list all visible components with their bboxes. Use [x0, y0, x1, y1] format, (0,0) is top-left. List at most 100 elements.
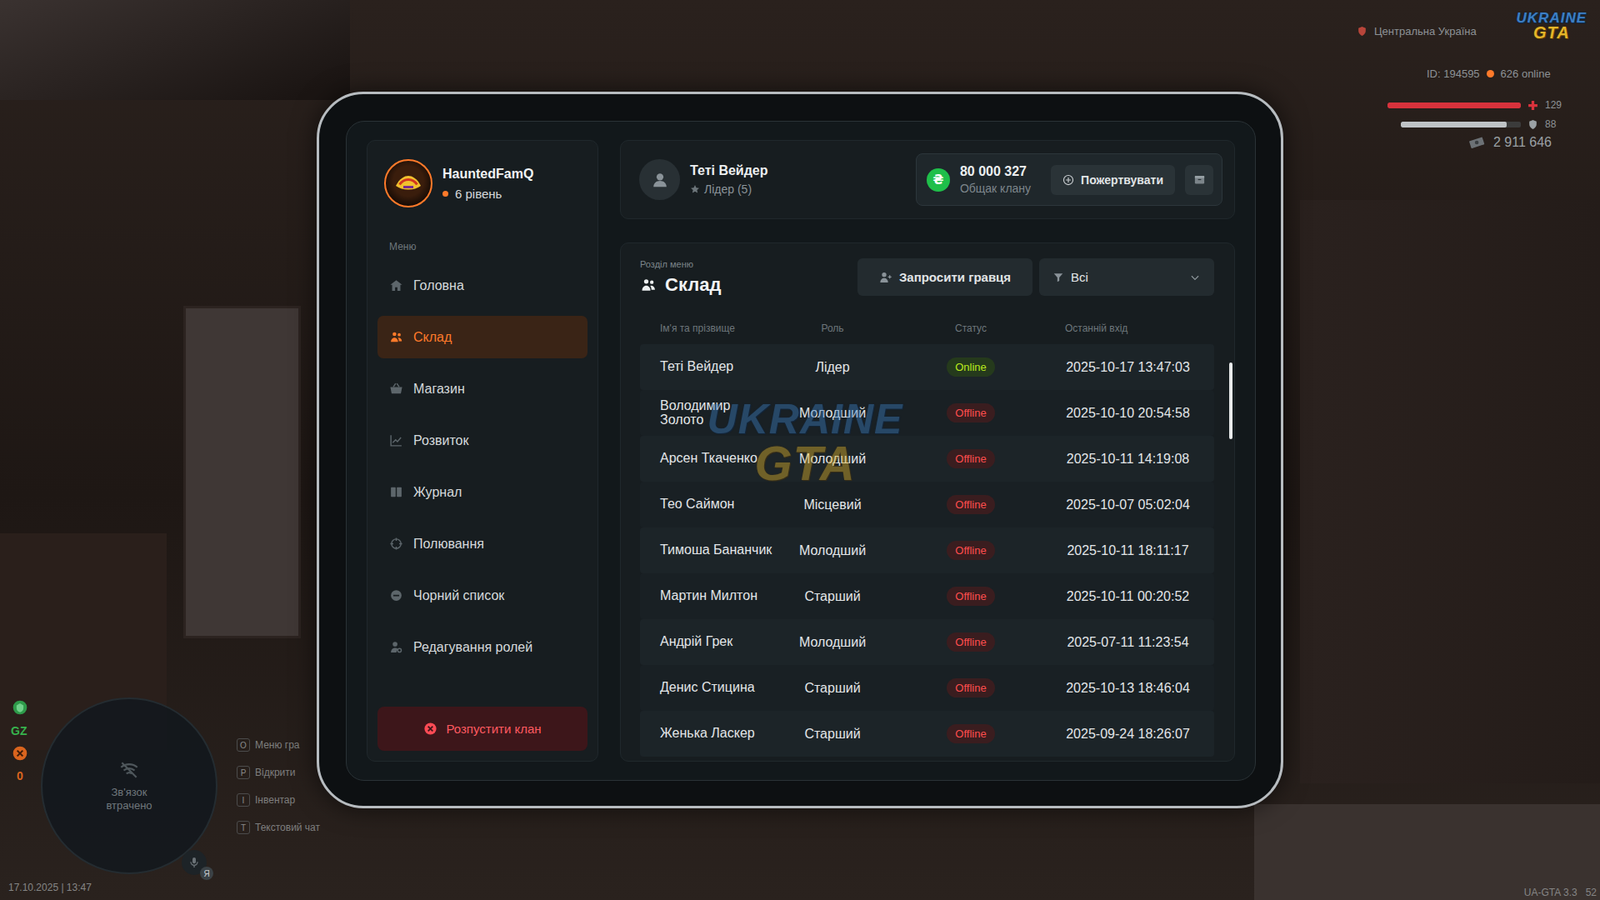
player-id: ID: 194595 — [1426, 67, 1480, 80]
last-login-cell: 2025-10-11 00:20:52 — [1058, 585, 1215, 608]
last-login: 2025-10-11 14:19:08 — [1066, 451, 1190, 466]
block-icon — [389, 588, 404, 603]
plus-circle-icon — [1062, 174, 1075, 186]
player-text: Теті ВейдерЛідер (5) — [690, 163, 769, 196]
region-text: Центральна Україна — [1374, 25, 1477, 38]
hryvnia-icon: ₴ — [926, 168, 950, 192]
table-row[interactable]: Женька ЛаскерСтаршийOffline2025-09-24 18… — [640, 710, 1215, 757]
sidebar-label: Полювання — [413, 536, 485, 552]
sidebar-item[interactable]: Магазин — [377, 367, 588, 410]
member-name: Мартин Милтон — [660, 588, 758, 603]
sidebar-label: Головна — [413, 278, 465, 294]
table-row[interactable]: Мартин МилтонСтаршийOffline2025-10-11 00… — [640, 573, 1215, 620]
key-cap: I — [236, 793, 250, 807]
status-cell: Offline — [883, 629, 1059, 655]
table-row[interactable]: Теті ВейдерЛідерOnline2025-10-17 13:47:0… — [640, 344, 1215, 390]
name-cell: Арсен Ткаченко — [640, 448, 782, 470]
status-text: Offline — [955, 635, 986, 649]
menu-heading: Меню — [389, 240, 588, 253]
sidebar-item[interactable]: Головна — [377, 264, 588, 307]
status-text: Offline — [955, 544, 986, 557]
sidebar-item[interactable]: Журнал — [377, 470, 588, 514]
member-role: Молодший — [799, 405, 866, 420]
datetime: 17.10.2025 | 13:47 — [8, 881, 92, 894]
key-label: Інвентар — [255, 794, 295, 806]
avatar — [639, 159, 680, 200]
wanted-icon — [11, 745, 29, 762]
balance-value: 80 000 327 — [960, 164, 1031, 180]
table-row[interactable]: Володимир ЗолотоМолодшийOffline2025-10-1… — [640, 390, 1215, 436]
name-cell: Денис Стицина — [640, 677, 782, 699]
sidebar-item[interactable]: Чорний список — [377, 574, 588, 617]
section-bar: Розділ менюСклад Запросити гравцяВсі — [640, 258, 1215, 296]
no-signal-icon — [118, 759, 140, 781]
scrollbar-thumb[interactable] — [1229, 362, 1233, 440]
player-card: Теті ВейдерЛідер (5) — [639, 159, 769, 200]
scene-block — [183, 305, 301, 639]
section-caption: Розділ меню — [640, 259, 721, 270]
key-hints: OМеню граPВідкритиIІнвентарTТекстовий ча… — [236, 737, 320, 835]
scene-block — [1300, 200, 1600, 784]
dissolve-label: Розпустити клан — [445, 721, 541, 736]
logo-line: UKRAINE — [1516, 11, 1587, 25]
status-badge: Offline — [946, 403, 995, 423]
sidebar-item[interactable]: Склад — [377, 315, 588, 359]
column-header: Статус — [883, 322, 1059, 335]
role-cell: Лідер — [781, 356, 884, 379]
people-icon — [640, 276, 657, 294]
section-heading: Розділ менюСклад — [640, 259, 721, 296]
member-name: Андрій Грек — [660, 634, 733, 649]
sidebar-item[interactable]: Розвиток — [377, 419, 588, 462]
name-cell: Женька Ласкер — [640, 723, 782, 745]
wallet-icon — [1193, 173, 1206, 186]
last-login-cell: 2025-09-24 18:26:07 — [1058, 723, 1215, 745]
member-name: Арсен Ткаченко — [660, 450, 758, 465]
last-login-cell: 2025-10-11 14:19:08 — [1058, 448, 1215, 470]
last-login-cell: 2025-10-17 13:47:03 — [1058, 356, 1215, 379]
member-name: Теті Вейдер — [660, 359, 734, 374]
member-role: Старший — [804, 680, 860, 695]
clan-balance: ₴ 80 000 327Общак клану Пожертвувати — [915, 153, 1223, 206]
sidebar-label: Розвиток — [413, 433, 470, 449]
role-cell: Старший — [781, 723, 884, 745]
balance-label: Общак клану — [960, 181, 1031, 195]
sidebar-item[interactable]: Редагування ролей — [377, 625, 588, 669]
column-header: Останній вхід — [1058, 322, 1215, 335]
last-login: 2025-10-17 13:47:03 — [1065, 360, 1190, 375]
armor-bar — [1400, 121, 1521, 128]
table-row[interactable]: Денис СтицинаСтаршийOffline2025-10-13 18… — [640, 665, 1215, 711]
table-row[interactable]: Арсен ТкаченкоМолодшийOffline2025-10-11 … — [640, 435, 1215, 482]
key-cap: O — [236, 738, 250, 752]
name-cell: Тео Саймон — [640, 494, 782, 515]
donate-button[interactable]: Пожертвувати — [1050, 165, 1175, 195]
last-login-cell: 2025-10-13 18:46:04 — [1058, 677, 1215, 700]
dissolve-button[interactable]: Розпустити клан — [377, 706, 588, 751]
invite-button[interactable]: Запросити гравця — [857, 258, 1033, 296]
status-cell: Offline — [883, 400, 1059, 426]
funnel-icon — [1052, 271, 1065, 284]
wallet-button[interactable] — [1185, 165, 1214, 195]
table-row[interactable]: Андрій ГрекМолодшийOffline2025-07-11 11:… — [640, 619, 1215, 665]
table-row[interactable]: Тимоша БананчикМолодшийOffline2025-10-11… — [640, 527, 1215, 574]
filter-dropdown[interactable]: Всі — [1039, 258, 1215, 296]
last-login: 2025-10-07 05:02:04 — [1065, 497, 1190, 512]
mic-indicator[interactable]: Я — [181, 850, 207, 875]
status-badge: Offline — [946, 540, 995, 560]
sidebar: HauntedFamQ6 рівеньМенюГоловнаСкладМагаз… — [366, 140, 599, 762]
sidebar-label: Магазин — [413, 381, 465, 397]
key-label: Текстовий чат — [255, 821, 320, 834]
home-icon — [389, 278, 404, 293]
armor-icon — [1527, 119, 1539, 130]
table-row[interactable]: Тео СаймонМісцевийOffline2025-10-07 05:0… — [640, 481, 1215, 528]
balance-text: 80 000 327Общак клану — [960, 164, 1031, 195]
name-cell: Андрій Грек — [640, 631, 782, 653]
role-cell: Молодший — [781, 631, 884, 654]
status-badge: Offline — [946, 632, 995, 652]
tablet: HauntedFamQ6 рівеньМенюГоловнаСкладМагаз… — [316, 91, 1284, 809]
logo-line: GTA — [1533, 25, 1570, 41]
table-body: Теті ВейдерЛідерOnline2025-10-17 13:47:0… — [640, 344, 1215, 761]
last-login-cell: 2025-10-11 18:11:17 — [1058, 540, 1215, 562]
status-text: Offline — [955, 590, 986, 603]
sidebar-item[interactable]: Полювання — [377, 522, 588, 565]
scene-block — [0, 0, 350, 100]
